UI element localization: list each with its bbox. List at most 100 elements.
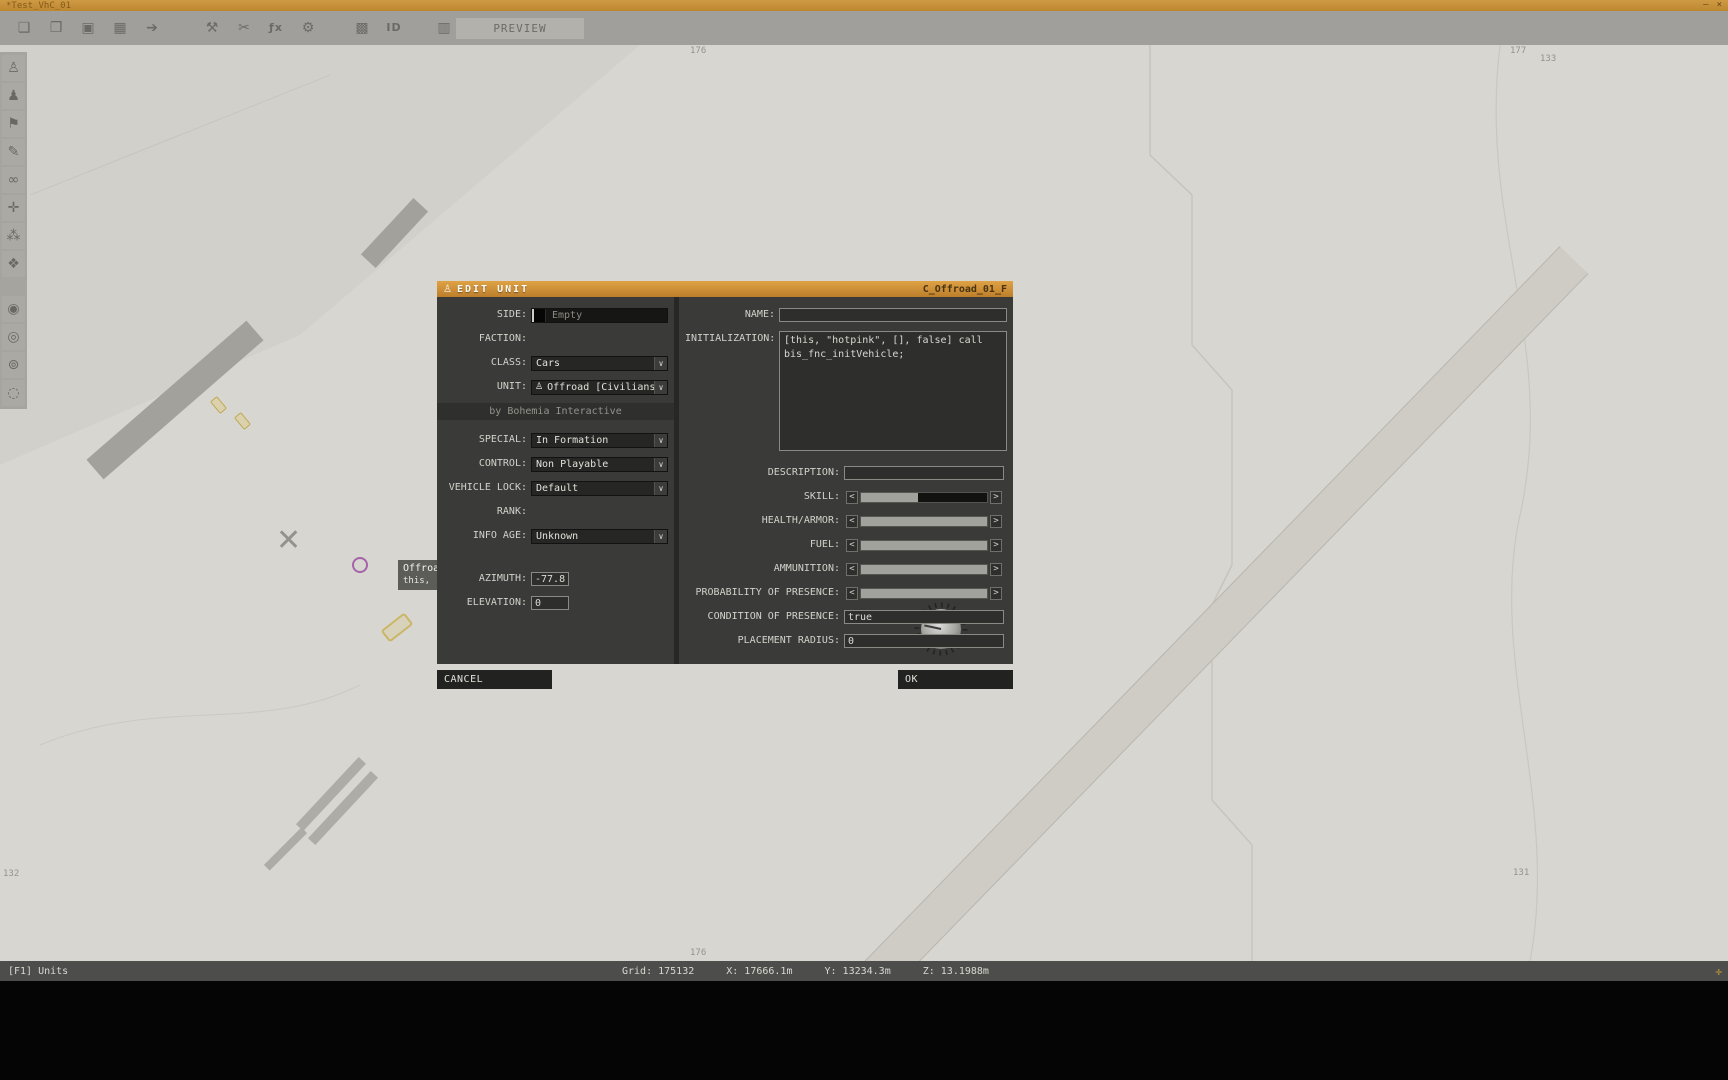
minimize-button[interactable]: – <box>1703 1 1708 10</box>
x-coordinate: X: 17666.1m <box>726 966 792 977</box>
open-icon[interactable]: ❒ <box>46 18 66 38</box>
save-icon[interactable]: ▣ <box>78 18 98 38</box>
ammunition-slider[interactable] <box>860 564 988 575</box>
health-armor-decrease-button[interactable]: < <box>846 515 858 528</box>
rank-label: RANK: <box>443 504 527 520</box>
chevron-down-icon: ∨ <box>654 458 667 471</box>
dialog-titlebar[interactable]: ♙ EDIT UNIT C_Offroad_01_F <box>437 281 1013 297</box>
chevron-down-icon: ∨ <box>654 381 667 394</box>
probability-of-presence-label: PROBABILITY OF PRESENCE: <box>685 585 840 601</box>
units-icon[interactable]: ♙ <box>2 55 25 81</box>
tools-icon[interactable]: ✂ <box>234 18 254 38</box>
name-input[interactable] <box>779 308 1007 322</box>
author-credit: by Bohemia Interactive <box>437 403 674 420</box>
fuel-decrease-button[interactable]: < <box>846 539 858 552</box>
control-dropdown[interactable]: Non Playable ∨ <box>531 457 668 472</box>
vehicle-lock-value: Default <box>532 483 654 494</box>
chevron-down-icon: ∨ <box>654 482 667 495</box>
helicopter-icon[interactable]: ✕ <box>276 523 301 558</box>
new-icon[interactable]: ❑ <box>14 18 34 38</box>
initialization-textarea[interactable]: [this, "hotpink", [], false] call bis_fn… <box>779 331 1007 451</box>
dialog-right-panel: NAME: INITIALIZATION: [this, "hotpink", … <box>679 297 1013 664</box>
radio-icon[interactable]: ⊚ <box>2 352 25 378</box>
edit-unit-dialog: ♙ EDIT UNIT C_Offroad_01_F SIDE: Empty F… <box>437 281 1013 689</box>
probability-slider[interactable] <box>860 588 988 599</box>
grid-label: 133 <box>1540 54 1556 64</box>
skill-slider[interactable] <box>860 492 988 503</box>
health-armor-label: HEALTH/ARMOR: <box>685 513 840 529</box>
info-age-dropdown[interactable]: Unknown ∨ <box>531 529 668 544</box>
initialization-label: INITIALIZATION: <box>685 331 775 347</box>
special-dropdown[interactable]: In Formation ∨ <box>531 433 668 448</box>
vehicle-lock-label: VEHICLE LOCK: <box>443 480 527 496</box>
azimuth-input[interactable] <box>531 572 569 586</box>
unit-label: UNIT: <box>443 379 527 395</box>
unit-classname: C_Offroad_01_F <box>923 284 1007 295</box>
unit-icon: ♙ <box>443 284 452 295</box>
export-icon[interactable]: ➔ <box>142 18 162 38</box>
cancel-button[interactable]: CANCEL <box>437 670 552 689</box>
settings-icon[interactable]: ⚙ <box>298 18 318 38</box>
editor-mode-indicator: [F1] Units <box>8 966 68 977</box>
save-as-icon[interactable]: ▦ <box>110 18 130 38</box>
condition-of-presence-label: CONDITION OF PRESENCE: <box>685 609 840 625</box>
chevron-down-icon: ∨ <box>654 357 667 370</box>
class-label: CLASS: <box>443 355 527 371</box>
markers-icon[interactable]: ✛ <box>2 195 25 221</box>
synchronize-icon[interactable]: ∞ <box>2 167 25 193</box>
grid-label: 131 <box>1513 868 1529 878</box>
info-age-value: Unknown <box>532 531 654 542</box>
briefing-icon[interactable]: ❖ <box>2 251 25 277</box>
close-button[interactable]: × <box>1717 1 1722 10</box>
health-armor-increase-button[interactable]: > <box>990 515 1002 528</box>
skill-increase-button[interactable]: > <box>990 491 1002 504</box>
modules-icon[interactable]: ⁂ <box>2 223 25 249</box>
health-armor-slider[interactable] <box>860 516 988 527</box>
chevron-down-icon: ∨ <box>654 530 667 543</box>
fuel-slider[interactable] <box>860 540 988 551</box>
elevation-input[interactable] <box>531 596 569 610</box>
waypoints-icon[interactable]: ✎ <box>2 139 25 165</box>
ammunition-increase-button[interactable]: > <box>990 563 1002 576</box>
groups-icon[interactable]: ♟ <box>2 83 25 109</box>
control-value: Non Playable <box>532 459 654 470</box>
ammunition-label: AMMUNITION: <box>685 561 840 577</box>
checker-icon[interactable]: ▩ <box>352 18 372 38</box>
sound-icon[interactable]: ◉ <box>2 296 25 322</box>
ok-button[interactable]: OK <box>898 670 1013 689</box>
grid-label: 176 <box>690 46 706 56</box>
side-dropdown[interactable]: Empty <box>531 308 668 323</box>
panels-icon[interactable]: ▥ <box>434 18 454 38</box>
effects-icon[interactable]: ◌ <box>2 380 25 406</box>
triggers-icon[interactable]: ⚑ <box>2 111 25 137</box>
description-input[interactable] <box>844 466 1004 480</box>
vehicle-lock-dropdown[interactable]: Default ∨ <box>531 481 668 496</box>
assets-icon[interactable]: ⚒ <box>202 18 222 38</box>
y-coordinate: Y: 13234.3m <box>824 966 890 977</box>
class-dropdown[interactable]: Cars ∨ <box>531 356 668 371</box>
music-icon[interactable]: ◎ <box>2 324 25 350</box>
side-color-swatch <box>532 309 546 322</box>
grid-label: 132 <box>3 869 19 879</box>
probability-decrease-button[interactable]: < <box>846 587 858 600</box>
side-value: Empty <box>546 309 582 322</box>
fuel-increase-button[interactable]: > <box>990 539 1002 552</box>
selected-unit-marker[interactable] <box>352 557 368 573</box>
info-age-label: INFO AGE: <box>443 528 527 544</box>
bottom-letterbox <box>0 981 1728 1080</box>
probability-increase-button[interactable]: > <box>990 587 1002 600</box>
placement-radius-input[interactable] <box>844 634 1004 648</box>
side-label: SIDE: <box>443 307 527 323</box>
unit-dropdown[interactable]: ♙ Offroad [Civilians] ∨ <box>531 380 668 395</box>
skill-decrease-button[interactable]: < <box>846 491 858 504</box>
unit-value: Offroad [Civilians] <box>543 382 654 393</box>
preview-button[interactable]: PREVIEW <box>456 18 584 39</box>
elevation-label: ELEVATION: <box>443 595 527 611</box>
description-label: DESCRIPTION: <box>685 465 840 481</box>
ammunition-decrease-button[interactable]: < <box>846 563 858 576</box>
id-icon[interactable]: ID <box>384 18 404 38</box>
dialog-left-panel: SIDE: Empty FACTION: CLASS: Cars ∨ <box>437 297 674 664</box>
functions-icon[interactable]: ƒx <box>266 18 286 38</box>
grid-readout: Grid: 175132 <box>622 966 694 977</box>
condition-of-presence-input[interactable] <box>844 610 1004 624</box>
